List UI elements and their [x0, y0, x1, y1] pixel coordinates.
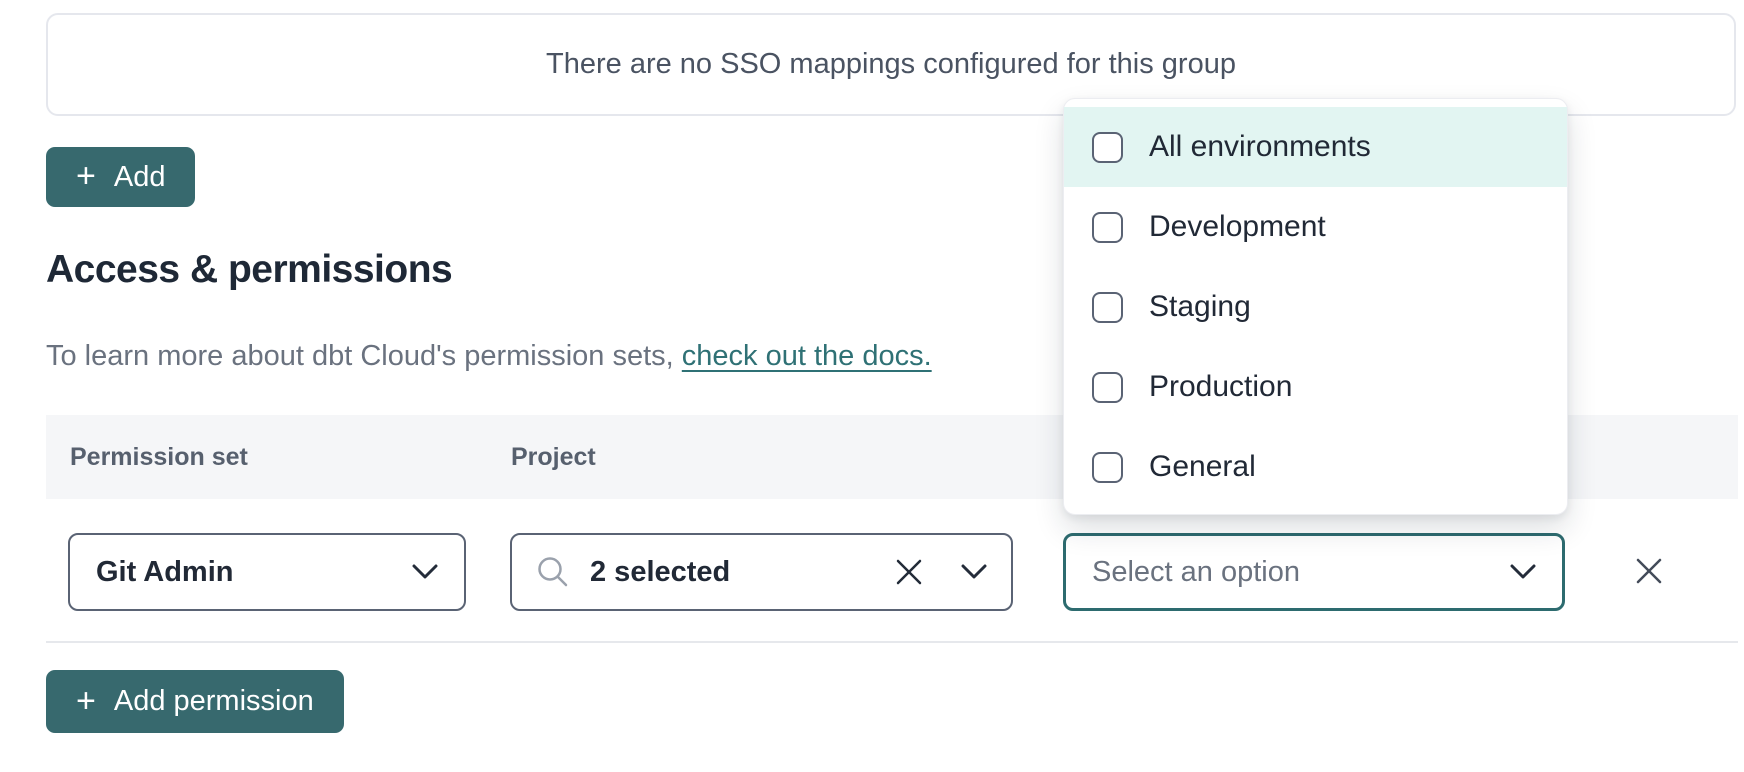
dropdown-option-production[interactable]: Production: [1064, 347, 1567, 427]
docs-link[interactable]: check out the docs.: [682, 340, 932, 372]
option-label: Staging: [1149, 290, 1251, 324]
checkbox[interactable]: [1092, 292, 1123, 323]
project-select[interactable]: 2 selected: [510, 533, 1013, 611]
section-description: To learn more about dbt Cloud's permissi…: [46, 340, 932, 373]
option-label: Production: [1149, 370, 1292, 404]
remove-row-button[interactable]: [1630, 553, 1668, 589]
dropdown-option-all-environments[interactable]: All environments: [1064, 107, 1567, 187]
close-icon: [1634, 556, 1664, 586]
column-header-project: Project: [511, 415, 596, 499]
add-sso-mapping-button[interactable]: + Add: [46, 147, 195, 207]
checkbox[interactable]: [1092, 372, 1123, 403]
plus-icon: +: [76, 684, 96, 718]
chevron-down-icon: [1510, 564, 1536, 580]
option-label: All environments: [1149, 130, 1371, 164]
add-permission-label: Add permission: [114, 685, 314, 718]
dropdown-option-development[interactable]: Development: [1064, 187, 1567, 267]
chevron-down-icon: [961, 564, 987, 580]
option-label: General: [1149, 450, 1256, 484]
checkbox[interactable]: [1092, 452, 1123, 483]
column-header-permission-set: Permission set: [70, 415, 248, 499]
environment-dropdown-menu: All environments Development Staging Pro…: [1063, 98, 1568, 515]
environment-select-placeholder: Select an option: [1092, 556, 1510, 589]
add-permission-button[interactable]: + Add permission: [46, 670, 344, 733]
add-button-label: Add: [114, 161, 166, 194]
dropdown-option-general[interactable]: General: [1064, 427, 1567, 507]
environment-select[interactable]: Select an option: [1063, 533, 1565, 611]
clear-selection-icon[interactable]: [895, 558, 923, 586]
permission-set-select[interactable]: Git Admin: [68, 533, 466, 611]
chevron-down-icon: [412, 564, 438, 580]
section-title: Access & permissions: [46, 248, 452, 292]
search-icon: [536, 555, 570, 589]
project-select-value: 2 selected: [590, 556, 875, 589]
dropdown-option-staging[interactable]: Staging: [1064, 267, 1567, 347]
option-label: Development: [1149, 210, 1326, 244]
checkbox[interactable]: [1092, 212, 1123, 243]
permission-set-value: Git Admin: [96, 556, 412, 589]
sso-empty-message: There are no SSO mappings configured for…: [546, 48, 1236, 81]
checkbox[interactable]: [1092, 132, 1123, 163]
plus-icon: +: [76, 159, 96, 193]
description-text: To learn more about dbt Cloud's permissi…: [46, 340, 682, 372]
